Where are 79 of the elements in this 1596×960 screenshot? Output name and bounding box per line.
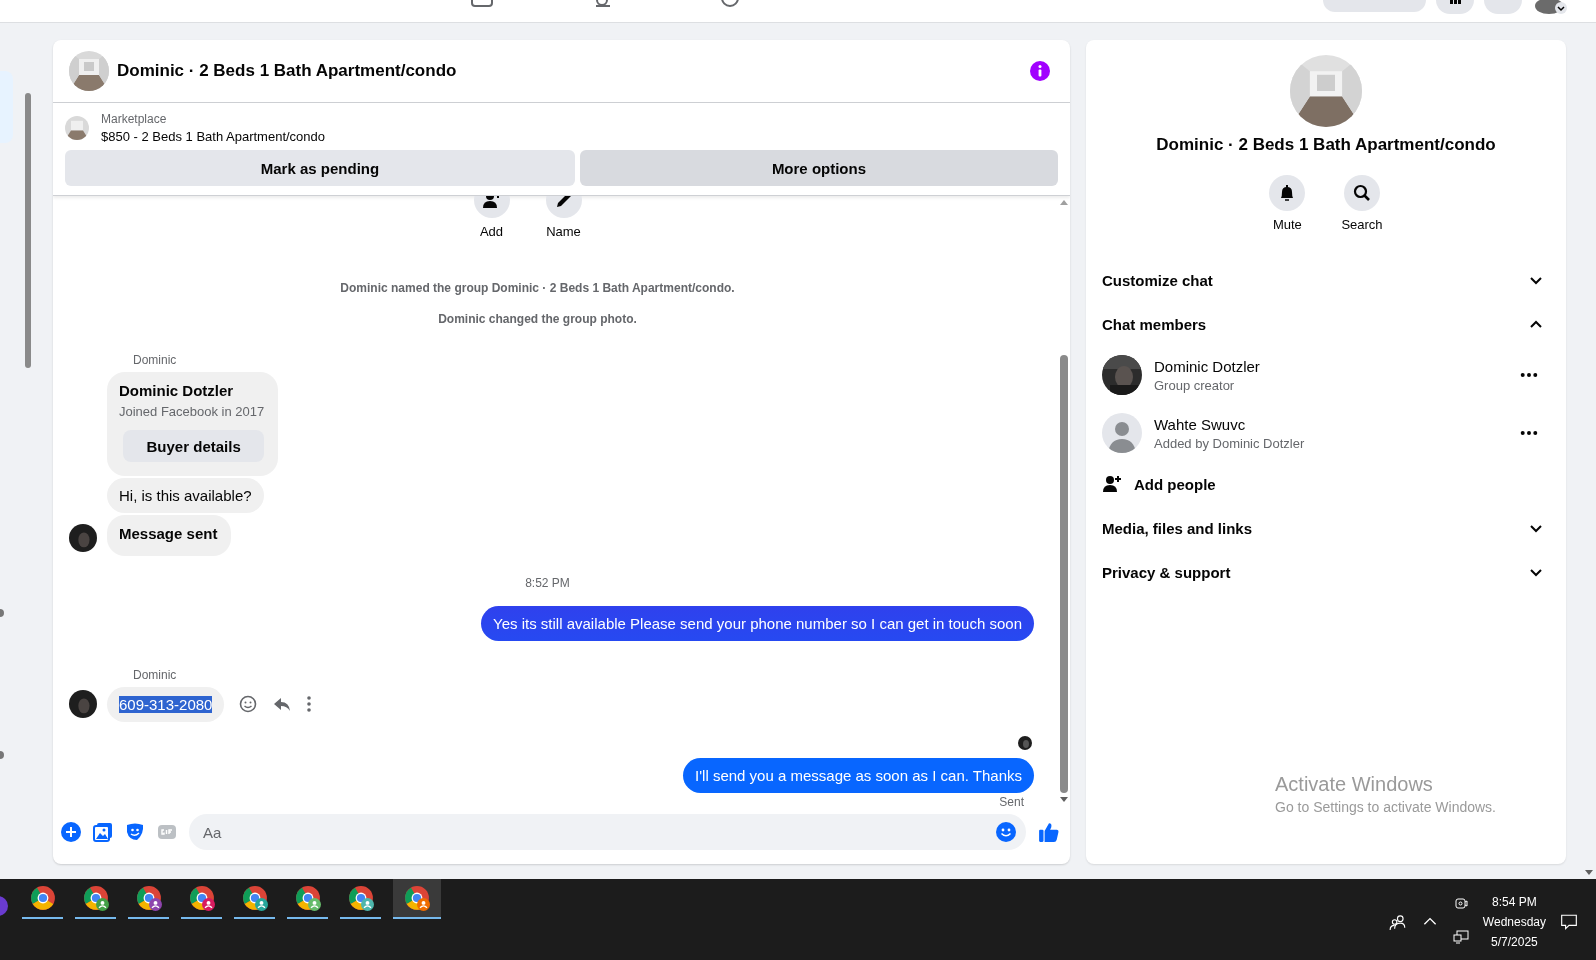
profile-avatar-icon[interactable] [1532, 0, 1568, 14]
browser-icon [188, 885, 215, 911]
browser-icon [294, 885, 321, 911]
composer-field[interactable]: Aa [189, 814, 1026, 850]
add-people-button[interactable]: Add people [1102, 462, 1550, 506]
group-photo [69, 51, 109, 91]
more-icon[interactable] [1520, 430, 1538, 436]
group-event-text: Dominic named the group Dominic · 2 Beds 1 Bath Apartment/condo. [339, 281, 736, 295]
browser-icon [135, 885, 162, 911]
member-name[interactable]: Wahte Swuvc [1154, 415, 1508, 433]
browser-icon [29, 885, 56, 911]
timestamp: 8:52 PM [524, 576, 571, 590]
message-input[interactable]: Aa [201, 822, 996, 842]
scroll-up-arrow-icon[interactable] [1060, 200, 1068, 205]
message-bubble[interactable]: Hi, is this available? [107, 478, 264, 513]
action-label: Name [546, 224, 581, 239]
browser-icon [82, 885, 109, 911]
menu-button[interactable] [1436, 0, 1474, 14]
buyer-name: Dominic Dotzler [119, 382, 235, 399]
photo-icon[interactable] [93, 822, 113, 842]
action-label: Add [479, 224, 504, 239]
chat-title: Dominic · 2 Beds 1 Bath Apartment/condo [1156, 135, 1496, 155]
more-options-button[interactable]: More options [579, 150, 1058, 186]
buyer-details-button[interactable]: Buyer details [123, 430, 265, 462]
message-bubble[interactable]: I'll send you a message as soon as I can. Thanks [683, 758, 1034, 793]
sender-avatar[interactable] [69, 690, 97, 718]
browser-icon [347, 885, 374, 911]
mute-button[interactable] [1269, 175, 1306, 211]
section-header[interactable]: Chat members [1102, 302, 1550, 346]
action-label: Mute [1272, 217, 1302, 232]
add-person-icon [481, 196, 502, 210]
emoji-icon[interactable] [996, 822, 1016, 842]
action-label: Search [1341, 217, 1383, 232]
info-icon[interactable] [1030, 61, 1050, 81]
browser-icon [241, 885, 268, 911]
clock[interactable]: 8:54 PM Wednesday 5/7/2025 [1482, 895, 1546, 949]
nav-icon[interactable] [718, 0, 742, 8]
camera-icon[interactable] [1452, 895, 1469, 911]
app-icon[interactable] [0, 894, 10, 918]
sender-name: Dominic [133, 668, 178, 682]
scroll-down-arrow-icon[interactable] [1060, 797, 1068, 802]
section-header[interactable]: Customize chat [1102, 258, 1550, 302]
more-icon[interactable] [1520, 372, 1538, 378]
group-event-text: Dominic changed the group photo. [437, 312, 638, 326]
browser-taskbar-button[interactable] [393, 879, 441, 919]
nav-icon[interactable] [470, 0, 494, 8]
member-role: Added by Dominic Dotzler [1154, 435, 1306, 451]
sender-avatar[interactable] [69, 524, 97, 552]
scroll-down-arrow-icon[interactable] [1585, 870, 1593, 875]
emoji-icon[interactable] [238, 694, 259, 714]
search-button[interactable] [1344, 175, 1380, 211]
listing-title[interactable]: $850 - 2 Beds 1 Bath Apartment/condo [101, 129, 326, 144]
message-bubble[interactable]: 609-313-2080 [107, 687, 225, 722]
sticker-icon[interactable] [125, 822, 145, 842]
mark-pending-button[interactable]: Mark as pending [65, 150, 575, 186]
member-name[interactable]: Dominic Dotzler [1154, 357, 1508, 375]
listing-source: Marketplace [101, 112, 168, 126]
activation-text: Go to Settings to activate Windows. [1275, 799, 1496, 815]
section-header[interactable]: Media, files and links [1102, 506, 1550, 550]
notification-icon[interactable] [1560, 913, 1578, 931]
listing-photo [65, 116, 89, 140]
like-icon[interactable] [1038, 821, 1060, 843]
activation-title: Activate Windows [1275, 773, 1434, 796]
seen-avatar [1018, 736, 1032, 750]
search-icon [1352, 183, 1372, 203]
chat-title: Dominic · 2 Beds 1 Bath Apartment/condo [117, 61, 458, 81]
add-person-icon [1102, 474, 1122, 494]
buyer-joined-text: Joined Facebook in 2017 [119, 404, 265, 419]
selected-text: 609-313-2080 [119, 696, 213, 713]
sender-name: Dominic [133, 353, 178, 367]
people-icon[interactable] [1388, 913, 1407, 931]
plus-icon[interactable] [61, 822, 81, 842]
message-bubble[interactable]: Message sent [107, 515, 232, 556]
member-role: Group creator [1154, 377, 1236, 393]
network-icon[interactable] [1452, 929, 1469, 945]
section-header[interactable]: Privacy & support [1102, 550, 1550, 594]
delivery-status: Sent [999, 795, 1024, 806]
browser-icon [404, 885, 430, 911]
message-bubble[interactable]: Yes its still available Please send your phone number so I can get in touch soon [481, 606, 1034, 641]
